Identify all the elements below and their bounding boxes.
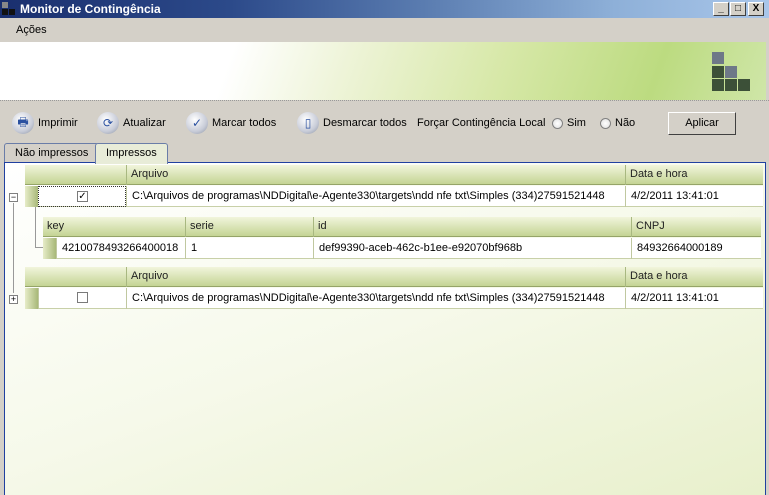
col-arquivo[interactable]: Arquivo — [126, 267, 626, 287]
uncheck-all-icon: ▯ — [297, 112, 319, 134]
printer-icon: 🖶 — [12, 112, 34, 134]
toolbar: 🖶 Imprimir ⟳ Atualizar ✓ Marcar todos ▯ Desm… — [0, 100, 769, 142]
cell-key: 4210078493266400018 — [56, 238, 185, 259]
table-row[interactable]: ✓ C:\Arquivos de programas\NDDigital\e-A… — [25, 186, 763, 207]
col-arquivo[interactable]: Arquivo — [126, 165, 626, 185]
tab-impressos[interactable]: Impressos — [95, 143, 168, 164]
child-grid-header: key serie id CNPJ — [43, 217, 761, 237]
table-row[interactable]: C:\Arquivos de programas\NDDigital\e-Age… — [25, 288, 763, 309]
grid-panel: Arquivo Data e hora − ✓ C:\Arquivos de p… — [4, 162, 766, 495]
banner — [0, 42, 766, 100]
col-cnpj[interactable]: CNPJ — [631, 217, 761, 237]
company-logo-icon — [712, 52, 752, 92]
tab-nao-impressos[interactable]: Não impressos — [4, 143, 100, 163]
cell-data: 4/2/2011 13:41:01 — [625, 186, 763, 207]
row-checkbox-cell[interactable] — [38, 288, 126, 309]
row-checkbox[interactable] — [77, 292, 88, 303]
radio-nao-circle[interactable] — [600, 117, 611, 129]
cell-cnpj: 84932664000189 — [631, 238, 761, 259]
grid-header: Arquivo Data e hora — [25, 165, 763, 185]
menu-bar: Ações — [0, 18, 769, 42]
cell-id: def99390-aceb-462c-b1ee-e92070bf968b — [313, 238, 631, 259]
row-checkbox-cell[interactable]: ✓ — [38, 186, 126, 207]
row-edit-indicator-icon — [25, 186, 38, 207]
cell-serie: 1 — [185, 238, 313, 259]
refresh-icon: ⟳ — [97, 112, 119, 134]
close-button[interactable]: X — [748, 2, 764, 16]
col-serie[interactable]: serie — [185, 217, 313, 237]
radio-nao[interactable]: Não — [600, 111, 635, 135]
check-all-icon: ✓ — [186, 112, 208, 134]
radio-sim-circle[interactable] — [552, 117, 563, 129]
minimize-button[interactable]: _ — [713, 2, 729, 16]
window-title: Monitor de Contingência — [20, 2, 161, 16]
col-data[interactable]: Data e hora — [625, 165, 763, 185]
title-bar: Monitor de Contingência _ □ X — [0, 0, 769, 18]
app-icon — [2, 2, 16, 16]
force-contingency-label: Forçar Contingência Local — [417, 117, 546, 129]
child-table-row[interactable]: 4210078493266400018 1 def99390-aceb-462c… — [43, 238, 761, 259]
refresh-button[interactable]: ⟳ Atualizar — [97, 111, 166, 135]
row-indicator — [25, 288, 38, 309]
radio-sim[interactable]: Sim — [552, 111, 586, 135]
cell-data: 4/2/2011 13:41:01 — [625, 288, 763, 309]
print-button[interactable]: 🖶 Imprimir — [12, 111, 78, 135]
check-all-button[interactable]: ✓ Marcar todos — [186, 111, 276, 135]
row-indicator — [43, 238, 56, 259]
col-id[interactable]: id — [313, 217, 631, 237]
menu-acoes[interactable]: Ações — [16, 24, 47, 36]
uncheck-all-button[interactable]: ▯ Desmarcar todos — [297, 111, 407, 135]
apply-button[interactable]: Aplicar — [668, 112, 736, 135]
col-key[interactable]: key — [43, 217, 185, 237]
col-data[interactable]: Data e hora — [625, 267, 763, 287]
cell-arquivo: C:\Arquivos de programas\NDDigital\e-Age… — [126, 288, 626, 309]
expand-icon[interactable]: + — [9, 295, 18, 304]
grid-header-2: Arquivo Data e hora — [25, 267, 763, 287]
collapse-icon[interactable]: − — [9, 193, 18, 202]
row-checkbox[interactable]: ✓ — [77, 191, 88, 202]
maximize-button[interactable]: □ — [730, 2, 746, 16]
cell-arquivo: C:\Arquivos de programas\NDDigital\e-Age… — [126, 186, 626, 207]
